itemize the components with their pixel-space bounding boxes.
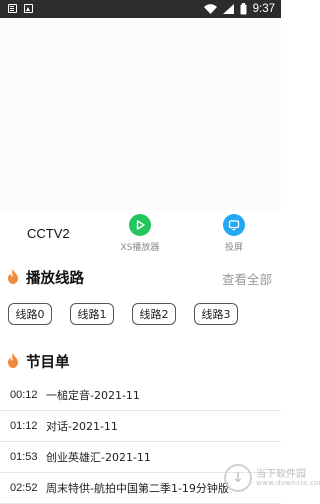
program-row[interactable]: 00:12 一槌定音-2021-11 bbox=[0, 380, 281, 411]
xs-player-button[interactable]: XS播放器 bbox=[110, 214, 170, 253]
program-time: 01:12 bbox=[10, 420, 38, 432]
route-list: 线路0 线路1 线路2 线路3 bbox=[8, 303, 238, 325]
status-bar: 9:37 bbox=[0, 0, 281, 18]
wifi-icon bbox=[203, 4, 217, 14]
program-title: 对话-2021-11 bbox=[46, 420, 118, 433]
cast-label: 投屏 bbox=[224, 243, 243, 253]
flame-icon bbox=[8, 353, 18, 368]
program-title: 一槌定音-2021-11 bbox=[46, 389, 140, 402]
watermark-logo-icon: ↓ bbox=[224, 464, 252, 492]
program-time: 02:52 bbox=[10, 482, 38, 494]
channel-row: CCTV2 XS播放器 投屏 bbox=[0, 210, 281, 258]
program-time: 01:53 bbox=[10, 451, 38, 463]
schedule-title: 节目单 bbox=[26, 355, 70, 371]
document-notification-icon bbox=[8, 4, 17, 13]
route-button-2[interactable]: 线路2 bbox=[132, 303, 176, 325]
route-button-1[interactable]: 线路1 bbox=[70, 303, 114, 325]
schedule-header: 节目单 bbox=[0, 350, 281, 372]
flame-icon bbox=[8, 269, 18, 284]
view-all-link[interactable]: 查看全部 bbox=[222, 269, 272, 288]
image-notification-icon bbox=[24, 4, 33, 13]
program-title: 周末特供-航拍中国第二季1-19分钟版 bbox=[46, 482, 229, 495]
watermark-text: 当下软件园 bbox=[256, 469, 306, 480]
program-title: 创业英雄汇-2021-11 bbox=[46, 451, 151, 464]
battery-icon bbox=[240, 3, 247, 15]
route-button-3[interactable]: 线路3 bbox=[194, 303, 238, 325]
routes-header: 播放线路 查看全部 bbox=[0, 266, 281, 288]
watermark-url: www.downxia.com bbox=[256, 479, 320, 487]
channel-name: CCTV2 bbox=[27, 226, 70, 241]
xs-player-label: XS播放器 bbox=[120, 243, 160, 253]
signal-icon bbox=[222, 4, 234, 14]
system-icons: 9:37 bbox=[203, 2, 275, 16]
notification-icons bbox=[8, 4, 33, 13]
play-circle-icon bbox=[129, 214, 151, 236]
program-row[interactable]: 01:12 对话-2021-11 bbox=[0, 411, 281, 442]
route-button-0[interactable]: 线路0 bbox=[8, 303, 52, 325]
cast-screen-icon bbox=[223, 214, 245, 236]
routes-title: 播放线路 bbox=[26, 271, 84, 287]
program-time: 00:12 bbox=[10, 389, 38, 401]
cast-button[interactable]: 投屏 bbox=[204, 214, 264, 253]
video-player-area[interactable] bbox=[0, 18, 281, 210]
clock: 9:37 bbox=[252, 3, 275, 15]
watermark-logo: ↓ 当下软件园 www.downxia.com bbox=[224, 462, 320, 496]
